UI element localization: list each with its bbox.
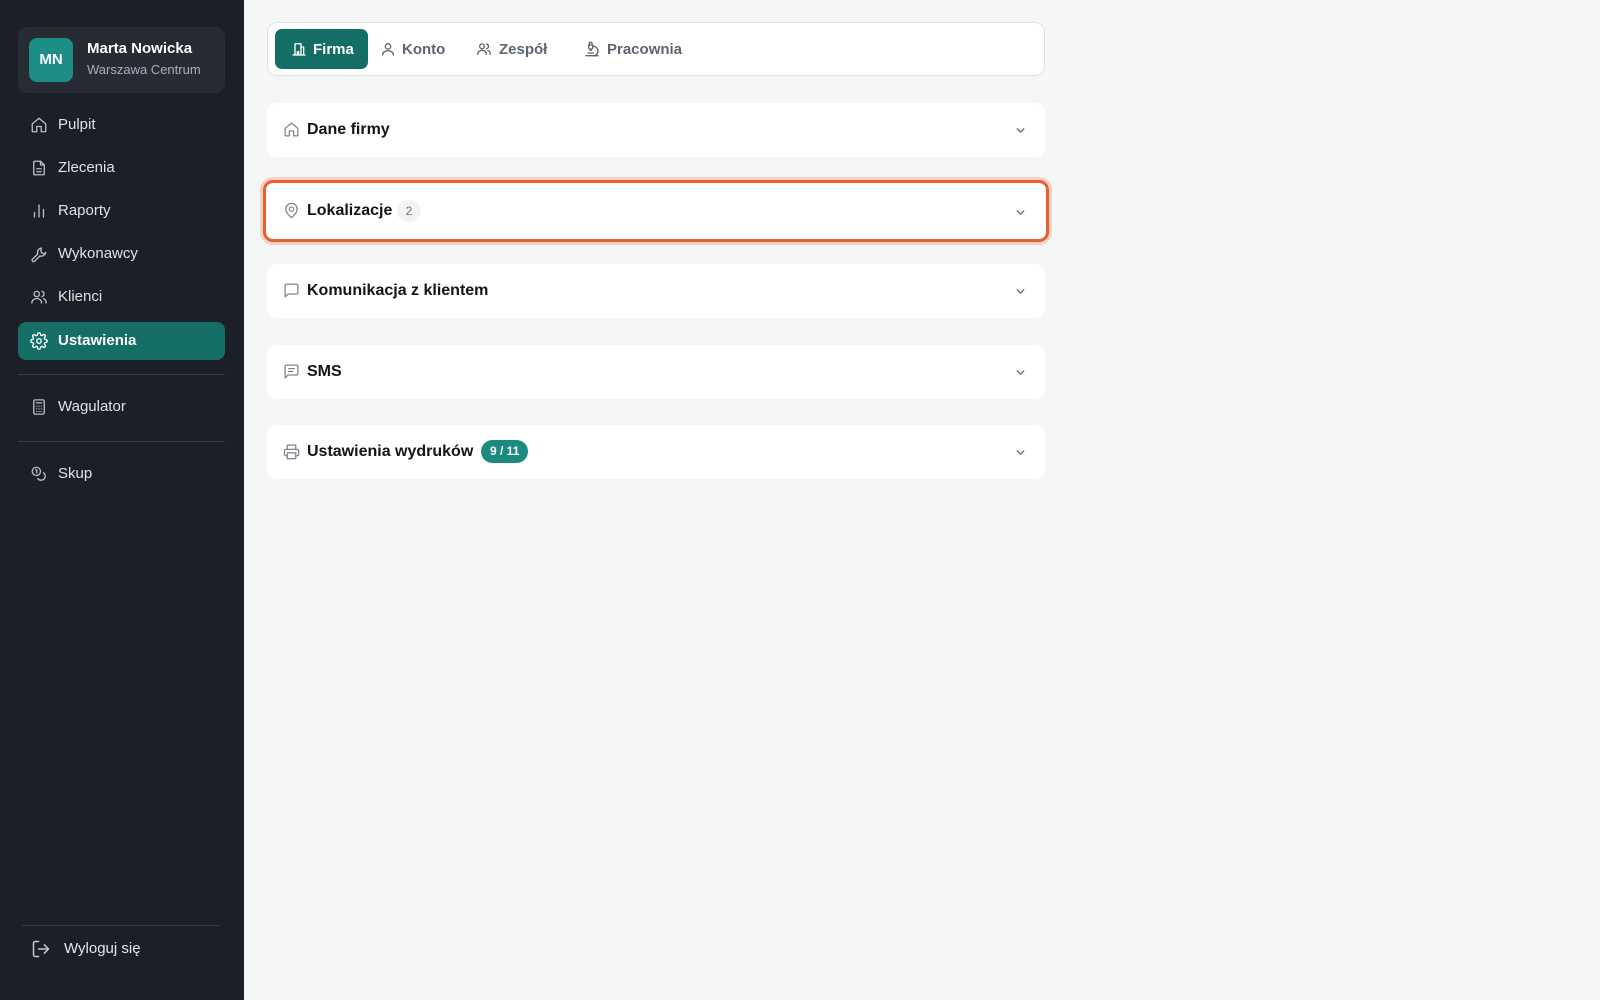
map-pin-icon xyxy=(283,202,300,219)
tab-label: Firma xyxy=(313,41,354,58)
sidebar-item-label: Klienci xyxy=(58,288,103,305)
logout-icon xyxy=(31,939,51,959)
section-ustawienia-wydrukow[interactable]: Ustawienia wydruków 9 / 11 xyxy=(267,425,1045,479)
count-badge: 2 xyxy=(397,200,421,222)
section-title: SMS xyxy=(307,363,342,380)
wrench-icon xyxy=(30,245,48,263)
users-icon xyxy=(30,288,48,306)
sidebar-item-pulpit[interactable]: Pulpit xyxy=(18,106,225,144)
user-card[interactable]: MN Marta Nowicka Warszawa Centrum xyxy=(18,27,225,93)
sidebar-item-klienci[interactable]: Klienci xyxy=(18,278,225,316)
chevron-down-icon xyxy=(1014,124,1027,137)
sidebar-item-wagulator[interactable]: Wagulator xyxy=(18,388,225,426)
home-icon xyxy=(283,121,300,138)
users-icon xyxy=(476,41,492,57)
section-sms[interactable]: SMS xyxy=(267,345,1045,399)
sidebar-item-label: Wagulator xyxy=(58,398,126,415)
tab-label: Pracownia xyxy=(607,41,683,58)
message-square-icon xyxy=(283,363,300,380)
sidebar: MN Marta Nowicka Warszawa Centrum Pulpit… xyxy=(0,0,244,1000)
section-title: Ustawienia wydruków xyxy=(307,443,474,460)
sidebar-item-zlecenia[interactable]: Zlecenia xyxy=(18,149,225,187)
bar-chart-icon xyxy=(30,202,48,220)
document-icon xyxy=(30,159,48,177)
user-icon xyxy=(380,41,396,57)
settings-tabs: Firma Konto Zespół Pracownia xyxy=(267,22,1045,76)
section-lokalizacje[interactable]: Lokalizacje 2 xyxy=(263,180,1049,242)
progress-badge: 9 / 11 xyxy=(481,440,529,463)
tab-label: Zespół xyxy=(499,41,548,58)
user-name: Marta Nowicka xyxy=(87,40,193,57)
building-icon xyxy=(291,41,307,57)
tab-konto[interactable]: Konto xyxy=(372,29,460,69)
tab-pracownia[interactable]: Pracownia xyxy=(568,29,688,69)
sidebar-item-raporty[interactable]: Raporty xyxy=(18,192,225,230)
sidebar-item-label: Ustawienia xyxy=(58,332,137,349)
sidebar-item-wykonawcy[interactable]: Wykonawcy xyxy=(18,235,225,273)
sidebar-divider xyxy=(18,374,225,375)
tab-firma[interactable]: Firma xyxy=(275,29,368,69)
chevron-down-icon xyxy=(1014,366,1027,379)
section-komunikacja[interactable]: Komunikacja z klientem xyxy=(267,264,1045,318)
tab-label: Konto xyxy=(402,41,446,58)
section-title: Lokalizacje xyxy=(307,202,393,219)
sidebar-divider xyxy=(18,441,225,442)
gear-icon xyxy=(30,332,48,350)
printer-icon xyxy=(283,443,300,460)
logout-label: Wyloguj się xyxy=(64,940,141,957)
section-dane-firmy[interactable]: Dane firmy xyxy=(267,103,1045,157)
avatar: MN xyxy=(29,38,73,82)
sidebar-item-label: Raporty xyxy=(58,202,111,219)
sidebar-item-label: Pulpit xyxy=(58,116,96,133)
home-icon xyxy=(30,116,48,134)
calculator-icon xyxy=(30,398,48,416)
coins-icon xyxy=(30,465,48,483)
sidebar-item-ustawienia[interactable]: Ustawienia xyxy=(18,322,225,360)
tab-zespol[interactable]: Zespół xyxy=(468,29,560,69)
sidebar-item-label: Wykonawcy xyxy=(58,245,138,262)
user-location: Warszawa Centrum xyxy=(87,62,201,77)
section-title: Komunikacja z klientem xyxy=(307,282,489,299)
sidebar-item-label: Skup xyxy=(58,465,93,482)
chevron-down-icon xyxy=(1014,285,1027,298)
section-title: Dane firmy xyxy=(307,121,390,138)
chevron-down-icon xyxy=(1014,446,1027,459)
chat-bubble-icon xyxy=(283,282,300,299)
sidebar-item-label: Zlecenia xyxy=(58,159,115,176)
sidebar-divider xyxy=(22,925,220,926)
chevron-down-icon xyxy=(1014,206,1027,219)
sidebar-item-skup[interactable]: Skup xyxy=(18,455,225,493)
microscope-icon xyxy=(584,41,600,57)
logout-button[interactable]: Wyloguj się xyxy=(18,930,225,968)
